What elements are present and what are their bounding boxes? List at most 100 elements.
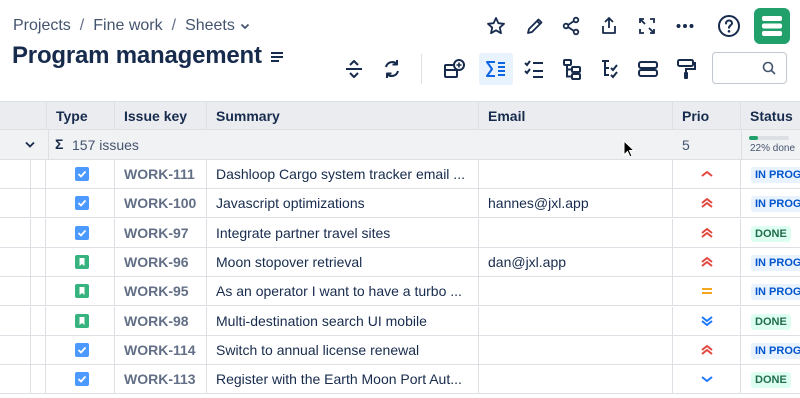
status-badge[interactable]: IN PROGRESS (751, 196, 800, 213)
table-row[interactable]: WORK-97 Integrate partner travel sites DON… (0, 218, 800, 248)
cell-email[interactable] (479, 306, 673, 336)
app-logo[interactable] (754, 8, 790, 44)
priority-low-icon (700, 372, 714, 386)
column-header-issue-key[interactable]: Issue key (115, 101, 207, 130)
priority-medium-icon (700, 167, 714, 181)
cell-summary[interactable]: Register with the Earth Moon Port Aut... (207, 365, 479, 395)
cell-summary[interactable]: Integrate partner travel sites (207, 218, 479, 248)
cell-summary[interactable]: Javascript optimizations (207, 189, 479, 219)
status-badge[interactable]: DONE (751, 225, 791, 242)
breadcrumb-projects[interactable]: Projects (13, 17, 71, 35)
table-row[interactable]: WORK-95 As an operator I want to have a t… (0, 277, 800, 307)
row-gutter (0, 218, 46, 247)
refresh-icon[interactable] (379, 56, 405, 82)
story-icon (75, 313, 89, 328)
row-gutter (0, 277, 46, 306)
cell-email[interactable]: dan@jxl.app (479, 247, 673, 277)
group-progress-text: 22% done (750, 143, 796, 154)
task-icon (75, 167, 89, 181)
cell-issue-key[interactable]: WORK-114 (115, 335, 207, 365)
export-icon[interactable] (597, 14, 621, 38)
chevron-down-icon[interactable] (240, 21, 250, 31)
issues-grid: Type Issue key Summary Email Prio Status… (0, 101, 800, 398)
mouse-cursor-icon (623, 140, 635, 158)
cell-summary[interactable]: Switch to annual license renewal (207, 335, 479, 365)
cell-email[interactable] (479, 160, 673, 189)
table-row[interactable]: WORK-96 Moon stopover retrieval dan@jxl.ap… (0, 247, 800, 277)
status-badge[interactable]: IN PROGRESS (751, 342, 800, 359)
row-height-icon[interactable] (635, 56, 661, 82)
group-count: 157 issues (72, 137, 139, 153)
cell-summary[interactable]: Moon stopover retrieval (207, 247, 479, 277)
sum-icon: Σ (55, 136, 64, 152)
column-header-email[interactable]: Email (479, 101, 673, 130)
cell-email[interactable] (479, 365, 673, 395)
title-menu-icon[interactable] (269, 50, 285, 64)
breadcrumb-fine-work[interactable]: Fine work (93, 17, 162, 35)
fullscreen-icon[interactable] (635, 14, 659, 38)
priority-high-icon (700, 226, 714, 240)
sum-columns-icon[interactable] (479, 53, 513, 85)
task-icon (75, 225, 89, 240)
header-gutter (0, 101, 47, 130)
hierarchy-icon[interactable] (559, 56, 585, 82)
cell-issue-key[interactable]: WORK-97 (115, 218, 207, 248)
checklist-icon[interactable] (521, 56, 547, 82)
progress-fill (749, 136, 758, 140)
story-icon (75, 254, 89, 269)
status-badge[interactable]: DONE (751, 372, 791, 389)
column-header-status[interactable]: Status (741, 101, 800, 130)
cell-issue-key[interactable]: WORK-96 (115, 247, 207, 277)
cell-summary[interactable]: Dashloop Cargo system tracker email ... (207, 160, 479, 189)
star-icon[interactable] (484, 14, 508, 38)
table-row[interactable]: WORK-111 Dashloop Cargo system tracker em… (0, 160, 800, 189)
breadcrumb-separator: / (171, 17, 177, 34)
breadcrumb-separator: / (79, 17, 85, 34)
more-icon[interactable] (673, 14, 697, 38)
priority-high-icon (700, 196, 714, 210)
status-badge[interactable]: IN PROGRESS (751, 254, 800, 271)
add-view-icon[interactable] (441, 56, 467, 82)
cell-issue-key[interactable]: WORK-100 (115, 189, 207, 219)
edit-icon[interactable] (523, 14, 547, 38)
row-gutter (0, 306, 46, 335)
chevron-down-icon[interactable] (25, 141, 35, 149)
cell-email[interactable] (479, 335, 673, 365)
cell-email[interactable]: hannes@jxl.app (479, 189, 673, 219)
row-gutter (0, 247, 46, 276)
cell-issue-key[interactable]: WORK-113 (115, 365, 207, 395)
status-badge[interactable]: DONE (751, 313, 791, 330)
story-icon (75, 284, 89, 299)
breadcrumb-sheets[interactable]: Sheets (185, 17, 235, 35)
share-icon[interactable] (559, 14, 583, 38)
paint-roller-icon[interactable] (673, 56, 699, 82)
tree-check-icon[interactable] (597, 56, 623, 82)
group-row[interactable]: Σ 157 issues 5 22% done (0, 130, 800, 160)
cell-email[interactable] (479, 277, 673, 307)
table-row[interactable]: WORK-113 Register with the Earth Moon Por… (0, 365, 800, 395)
status-badge[interactable]: IN PROGRESS (751, 167, 800, 183)
status-badge[interactable]: IN PROGRESS (751, 284, 800, 301)
cell-summary[interactable]: As an operator I want to have a turbo ..… (207, 277, 479, 307)
group-prio-count: 5 (682, 137, 690, 153)
cell-email[interactable] (479, 218, 673, 248)
search-input[interactable] (712, 52, 787, 84)
expand-collapse-icon[interactable] (341, 56, 367, 82)
help-icon[interactable] (716, 13, 742, 39)
table-row[interactable]: WORK-98 Multi-destination search UI mobil… (0, 306, 800, 336)
row-gutter (0, 160, 46, 188)
divider (741, 130, 742, 160)
table-row[interactable]: WORK-114 Switch to annual license renewal… (0, 335, 800, 365)
cell-issue-key[interactable]: WORK-111 (115, 160, 207, 189)
column-header-prio[interactable]: Prio (673, 101, 741, 130)
divider (48, 130, 49, 160)
cell-issue-key[interactable]: WORK-98 (115, 306, 207, 336)
cell-issue-key[interactable]: WORK-95 (115, 277, 207, 307)
column-header-summary[interactable]: Summary (207, 101, 479, 130)
column-header-type[interactable]: Type (47, 101, 115, 130)
task-icon (75, 342, 89, 357)
table-row[interactable]: WORK-100 Javascript optimizations hannes@j… (0, 189, 800, 219)
cell-summary[interactable]: Multi-destination search UI mobile (207, 306, 479, 336)
priority-lowest-icon (700, 314, 714, 328)
priority-high-icon (700, 255, 714, 269)
